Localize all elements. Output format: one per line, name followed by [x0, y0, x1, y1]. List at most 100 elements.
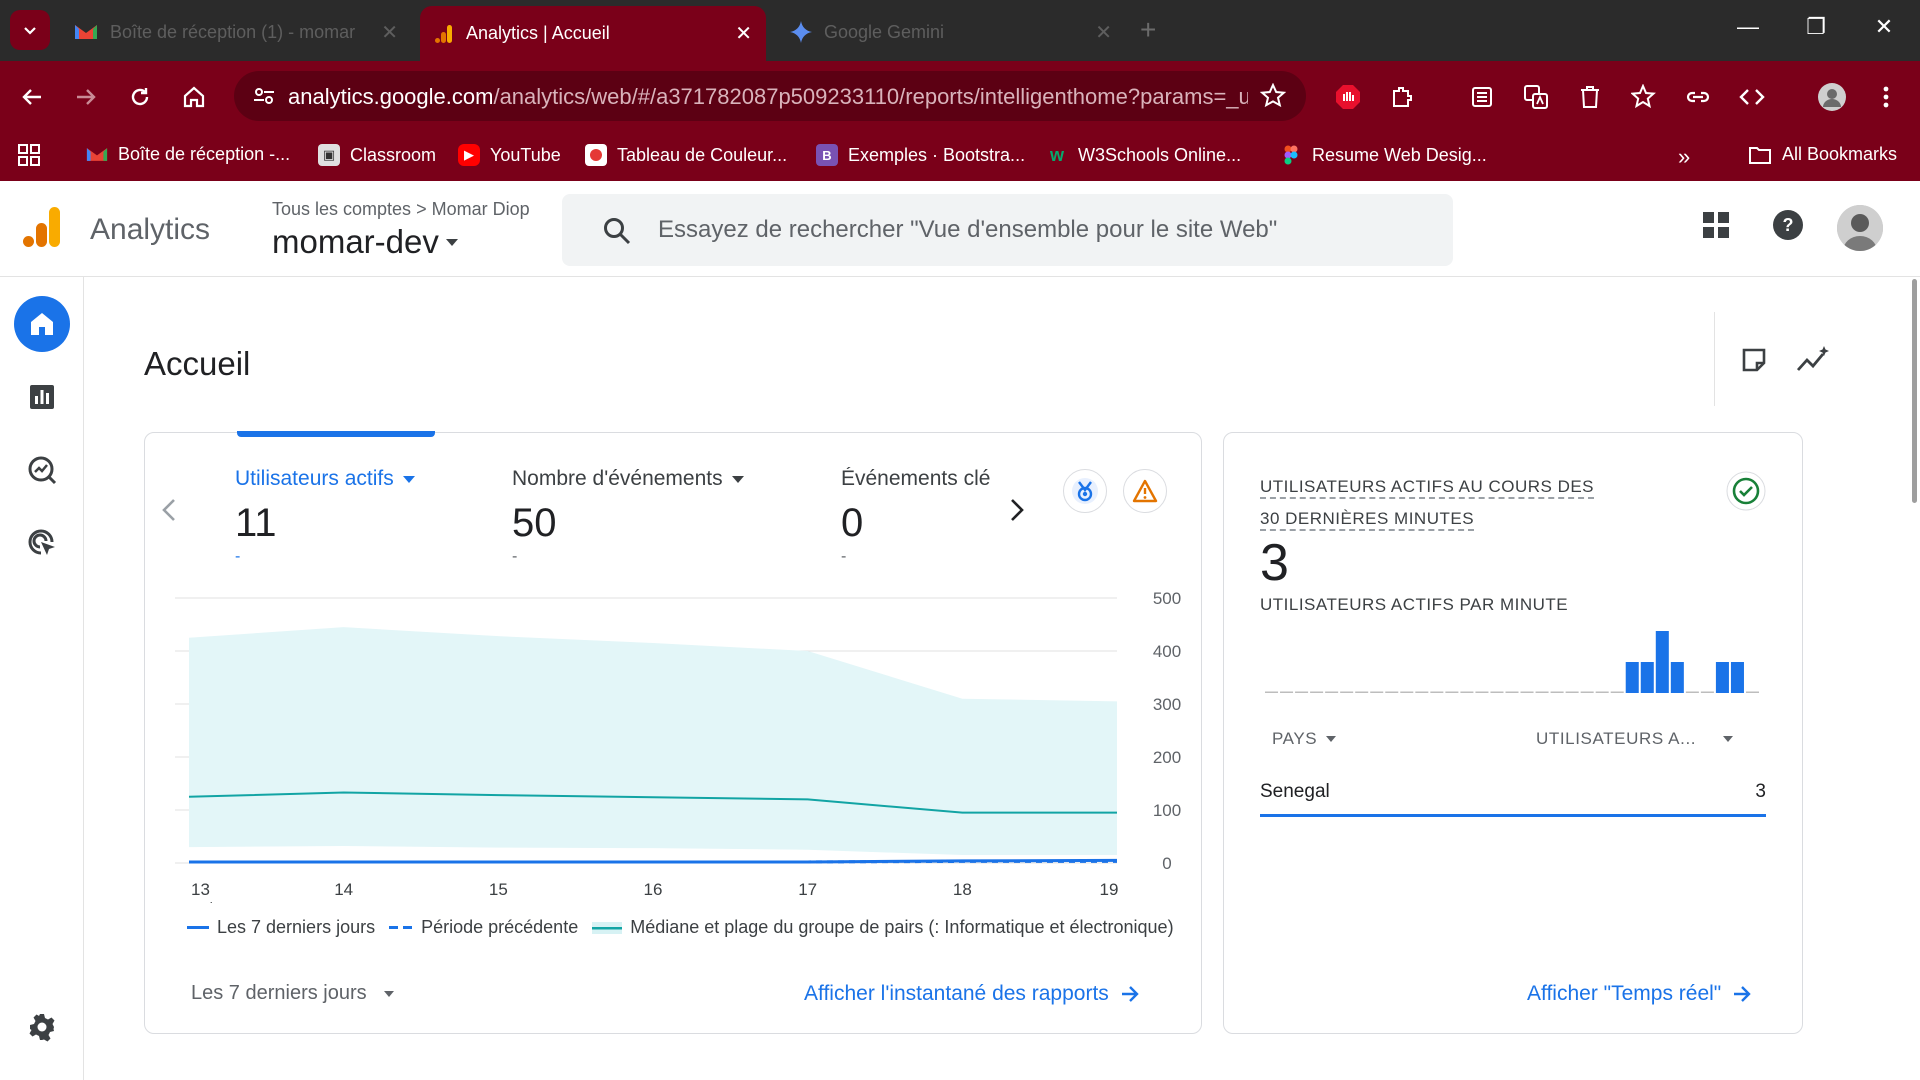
- apps-grid-icon[interactable]: [18, 144, 40, 166]
- restore-icon[interactable]: ❐: [1796, 14, 1836, 40]
- minute-bar[interactable]: [1295, 691, 1309, 694]
- minute-bar[interactable]: [1745, 691, 1759, 694]
- minute-bar[interactable]: [1670, 662, 1684, 693]
- chevron-left-icon[interactable]: [161, 497, 177, 523]
- window-close-icon[interactable]: ✕: [1864, 14, 1904, 40]
- column-header-country[interactable]: PAYS: [1272, 729, 1337, 749]
- bookmark-figma[interactable]: Resume Web Desig...: [1280, 144, 1487, 166]
- per-minute-bar-chart[interactable]: [1264, 623, 1764, 705]
- tab-gemini[interactable]: Google Gemini ✕: [776, 8, 1126, 56]
- minute-bar[interactable]: [1655, 631, 1669, 693]
- favorites-icon[interactable]: [1626, 79, 1662, 115]
- minute-bar[interactable]: [1280, 691, 1294, 694]
- minute-bar[interactable]: [1700, 691, 1714, 694]
- bookmark-w3schools[interactable]: w W3Schools Online...: [1046, 144, 1241, 166]
- all-bookmarks[interactable]: All Bookmarks: [1748, 144, 1897, 165]
- anomaly-warning-button[interactable]: [1123, 469, 1167, 513]
- close-icon[interactable]: ✕: [1095, 20, 1112, 45]
- bookmark-youtube[interactable]: ▶ YouTube: [458, 144, 561, 166]
- close-icon[interactable]: ✕: [735, 21, 752, 46]
- minute-bar[interactable]: [1550, 691, 1564, 694]
- breadcrumb[interactable]: Tous les comptes > Momar Diop: [272, 199, 530, 220]
- minute-bar[interactable]: [1310, 691, 1324, 694]
- minute-bar[interactable]: [1625, 662, 1639, 693]
- help-icon[interactable]: ?: [1772, 209, 1804, 241]
- forward-icon[interactable]: [68, 79, 104, 115]
- property-selector[interactable]: momar-dev: [272, 223, 459, 261]
- tab-search-button[interactable]: [10, 10, 50, 50]
- back-icon[interactable]: [14, 79, 50, 115]
- translate-icon[interactable]: [1518, 79, 1554, 115]
- date-range-selector[interactable]: Les 7 derniers jours: [191, 982, 395, 1005]
- home-icon[interactable]: [176, 79, 212, 115]
- metric-key-events[interactable]: Événements clé 0 -: [841, 467, 993, 566]
- metric-active-users[interactable]: Utilisateurs actifs 11 -: [235, 467, 416, 566]
- minute-bar[interactable]: [1730, 662, 1744, 693]
- bookmark-couleur[interactable]: Tableau de Couleur...: [585, 144, 787, 166]
- extensions-icon[interactable]: [1384, 79, 1420, 115]
- minute-bar[interactable]: [1535, 691, 1549, 694]
- site-settings-icon[interactable]: [252, 84, 276, 108]
- scrollbar-thumb[interactable]: [1912, 279, 1917, 503]
- realtime-title[interactable]: UTILISATEURS ACTIFS AU COURS DES 30 DERN…: [1260, 471, 1595, 535]
- benchmark-badge-button[interactable]: [1063, 469, 1107, 513]
- tab-gmail[interactable]: Boîte de réception (1) - momar ✕: [60, 8, 412, 56]
- view-reports-snapshot-link[interactable]: Afficher l'instantané des rapports: [804, 982, 1139, 1006]
- minute-bar[interactable]: [1685, 691, 1699, 694]
- view-realtime-link[interactable]: Afficher "Temps réel": [1527, 982, 1751, 1006]
- minute-bar[interactable]: [1565, 691, 1579, 694]
- search-input[interactable]: Essayez de rechercher "Vue d'ensemble po…: [658, 216, 1277, 244]
- minute-bar[interactable]: [1265, 691, 1279, 694]
- bookmark-star-icon[interactable]: [1260, 83, 1286, 109]
- minute-bar[interactable]: [1490, 691, 1504, 694]
- minute-bar[interactable]: [1340, 691, 1354, 694]
- bookmark-bootstrap[interactable]: B Exemples · Bootstra...: [816, 144, 1025, 166]
- minute-bar[interactable]: [1505, 691, 1519, 694]
- minute-bar[interactable]: [1580, 691, 1594, 694]
- minute-bar[interactable]: [1370, 691, 1384, 694]
- minute-bar[interactable]: [1415, 691, 1429, 694]
- note-icon[interactable]: [1740, 346, 1768, 374]
- minute-bar[interactable]: [1385, 691, 1399, 694]
- code-icon[interactable]: [1734, 79, 1770, 115]
- profile-avatar-icon[interactable]: [1814, 79, 1850, 115]
- minute-bar[interactable]: [1595, 691, 1609, 694]
- new-tab-icon[interactable]: +: [1140, 14, 1156, 46]
- minute-bar[interactable]: [1325, 691, 1339, 694]
- minute-bar[interactable]: [1445, 691, 1459, 694]
- page-scrollbar[interactable]: [1908, 277, 1920, 1080]
- table-row[interactable]: Senegal 3: [1260, 781, 1766, 817]
- chevron-right-icon[interactable]: [1009, 497, 1025, 523]
- tab-analytics[interactable]: Analytics | Accueil ✕: [420, 6, 766, 61]
- apps-grid-icon[interactable]: [1702, 211, 1730, 239]
- minute-bar[interactable]: [1715, 662, 1729, 693]
- adblock-icon[interactable]: [1330, 79, 1366, 115]
- account-avatar[interactable]: [1837, 205, 1883, 251]
- search-bar[interactable]: Essayez de rechercher "Vue d'ensemble po…: [562, 194, 1453, 266]
- more-bookmarks-icon[interactable]: »: [1678, 144, 1690, 170]
- column-header-users[interactable]: UTILISATEURS A...: [1536, 729, 1734, 749]
- minute-bar[interactable]: [1400, 691, 1414, 694]
- close-icon[interactable]: ✕: [381, 20, 398, 45]
- minute-bar[interactable]: [1460, 691, 1474, 694]
- nav-advertising[interactable]: [14, 515, 70, 571]
- link-icon[interactable]: [1680, 79, 1716, 115]
- nav-admin[interactable]: [14, 999, 70, 1055]
- nav-explore[interactable]: [14, 442, 70, 498]
- address-bar[interactable]: analytics.google.com/analytics/web/#/a37…: [234, 71, 1306, 121]
- nav-home[interactable]: [14, 296, 70, 352]
- minute-bar[interactable]: [1475, 691, 1489, 694]
- reload-icon[interactable]: [122, 79, 158, 115]
- nav-reports[interactable]: [14, 369, 70, 425]
- trash-icon[interactable]: [1572, 79, 1608, 115]
- bookmark-classroom[interactable]: ▣ Classroom: [318, 144, 436, 166]
- minute-bar[interactable]: [1355, 691, 1369, 694]
- browser-menu-icon[interactable]: [1868, 79, 1904, 115]
- bookmark-gmail[interactable]: Boîte de réception -...: [86, 144, 290, 165]
- minute-bar[interactable]: [1640, 662, 1654, 693]
- metric-event-count[interactable]: Nombre d'événements 50 -: [512, 467, 745, 566]
- overview-line-chart[interactable]: 0 100 200 300 400 500 13 14 15 16 17 18 19 oct.: [175, 583, 1185, 903]
- insights-sparkle-icon[interactable]: [1796, 344, 1830, 374]
- minute-bar[interactable]: [1520, 691, 1534, 694]
- minute-bar[interactable]: [1430, 691, 1444, 694]
